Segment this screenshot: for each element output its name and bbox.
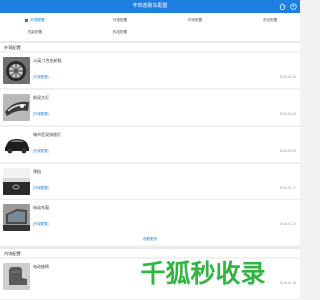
category-tabs: 外观配置 外观配置 内饰配置 安全配置 性能配置 科技配置	[0, 13, 300, 41]
user-icon[interactable]	[290, 3, 297, 10]
item-category[interactable]: [外观配置]	[33, 221, 48, 226]
watermark-logo: 千狐秒收录	[140, 259, 265, 288]
emblem-thumbnail	[3, 168, 30, 195]
tab-icon	[25, 18, 29, 22]
item-category[interactable]: [外观配置]	[33, 185, 48, 190]
list-item[interactable]: 前双大灯 [外观配置] 2018-04-25	[0, 90, 300, 126]
wheel-thumbnail	[3, 57, 30, 84]
item-date: 2018-01-17	[279, 186, 296, 190]
watermark-text: 千狐秒收录	[140, 259, 265, 288]
page: 丰田逸致车配置 外观配置 外观配置 内饰配置 安全配置 性能配置 科技配置 外观…	[0, 0, 300, 300]
tab-technology[interactable]: 科技配置	[95, 27, 145, 38]
item-category[interactable]: [外观配置]	[33, 74, 48, 79]
item-title: 电动座椅	[33, 264, 49, 269]
list-item[interactable]: 19英寸合金轮毂 [外观配置] 2018-04-25	[0, 53, 300, 89]
home-icon[interactable]	[279, 3, 286, 10]
item-title: 电动车窗	[33, 205, 49, 210]
tab-performance[interactable]: 性能配置	[10, 27, 60, 38]
window-thumbnail	[3, 204, 30, 231]
list-item[interactable]: 城市型双排放灯 [外观配置] 2018-05-09	[0, 127, 300, 163]
app-header: 丰田逸致车配置	[0, 0, 300, 13]
list-item[interactable]: 预档 [外观配置] 2018-01-17	[0, 164, 300, 200]
list-item[interactable]: 电动车窗 [外观配置] 2018-01-17	[0, 200, 300, 236]
item-title: 19英寸合金轮毂	[33, 58, 62, 63]
item-title: 前双大灯	[33, 95, 49, 100]
item-title: 城市型双排放灯	[33, 132, 61, 137]
tab-exterior-1[interactable]: 外观配置	[10, 15, 60, 26]
tab-safety[interactable]: 安全配置	[245, 15, 295, 26]
headlight-thumbnail	[3, 94, 30, 121]
tab-exterior-2[interactable]: 外观配置	[95, 15, 145, 26]
car-thumbnail	[3, 131, 30, 158]
item-category[interactable]: [外观配置]	[33, 148, 48, 153]
page-title: 丰田逸致车配置	[132, 3, 168, 9]
item-title: 预档	[33, 169, 41, 174]
seat-thumbnail	[3, 263, 30, 290]
section-title-exterior: 外观配置	[0, 41, 300, 51]
view-more-link[interactable]: 查看更多	[0, 233, 300, 245]
item-date: 2018-04-25	[279, 75, 296, 79]
item-date: 2018-01-17	[279, 222, 296, 226]
item-date: 2018-04-25	[279, 112, 296, 116]
section-title-interior: 内饰配置	[0, 247, 300, 257]
tab-interior[interactable]: 内饰配置	[170, 15, 220, 26]
item-category[interactable]: [外观配置]	[33, 111, 48, 116]
item-date: 2018-05-09	[279, 149, 296, 153]
